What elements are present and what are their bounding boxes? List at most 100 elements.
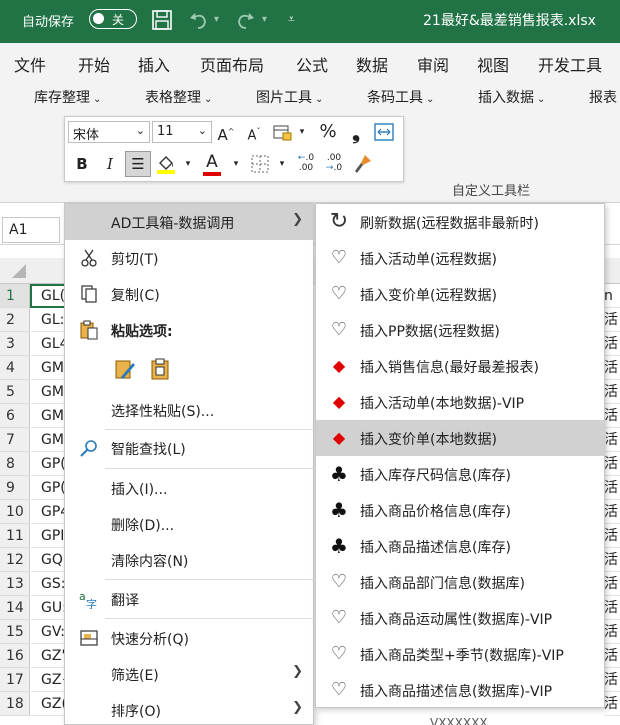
row-header[interactable]: 16 <box>0 644 30 668</box>
cell-right[interactable]: 活 <box>604 668 620 692</box>
cell-right[interactable]: 活 <box>604 404 620 428</box>
submenu-item[interactable]: ♡ 插入商品运动属性(数据库)-VIP <box>316 600 606 636</box>
tab-developer[interactable]: 开发工具 <box>538 52 602 76</box>
font-name-select[interactable]: 宋体 ⌄ <box>68 121 150 143</box>
cell-right[interactable]: 活 <box>604 476 620 500</box>
tab-review[interactable]: 审阅 <box>417 52 449 76</box>
font-size-select[interactable]: 11 ⌄ <box>152 121 212 143</box>
redo-dropdown-icon[interactable]: ▾ <box>262 14 284 36</box>
cell-right[interactable]: 活 <box>604 644 620 668</box>
row-header[interactable]: 9 <box>0 476 30 500</box>
menu-item-translate[interactable]: a字 翻译 <box>65 581 315 617</box>
submenu-item[interactable]: ◆ 插入销售信息(最好最差报表) <box>316 348 606 384</box>
increase-decimal-icon[interactable]: ←.0.00 <box>295 153 317 175</box>
menu-item-ad-toolbox[interactable]: AD工具箱-数据调用 ❯ <box>65 204 315 240</box>
redo-icon[interactable] <box>234 9 256 31</box>
submenu-item[interactable]: ♣ 插入商品描述信息(库存) <box>316 528 606 564</box>
row-header[interactable]: 6 <box>0 404 30 428</box>
submenu-item[interactable]: ◆ 插入活动单(本地数据)-VIP <box>316 384 606 420</box>
group-inventory[interactable]: 库存整理 ⌄ <box>34 87 101 107</box>
submenu-item[interactable]: ♡ 插入变价单(远程数据) <box>316 276 606 312</box>
row-header[interactable]: 5 <box>0 380 30 404</box>
submenu-item[interactable]: ◆ 插入变价单(本地数据) <box>316 420 606 456</box>
cell-right[interactable]: 活 <box>604 596 620 620</box>
menu-item-smart-lookup[interactable]: 智能查找(L) <box>65 430 315 466</box>
font-color-icon[interactable]: A <box>201 151 223 176</box>
italic-icon[interactable]: I <box>99 153 121 175</box>
group-barcode[interactable]: 条码工具 ⌄ <box>367 87 434 107</box>
cell-right[interactable]: 活 <box>604 548 620 572</box>
paste-values-icon[interactable] <box>149 357 173 381</box>
row-header[interactable]: 1 <box>0 284 30 308</box>
menu-item-paste-special[interactable]: 选择性粘贴(S)... <box>65 392 315 428</box>
row-header[interactable]: 18 <box>0 692 30 716</box>
format-painter-icon[interactable] <box>351 153 373 175</box>
row-header[interactable]: 7 <box>0 428 30 452</box>
chevron-down-icon[interactable]: ▾ <box>291 121 313 143</box>
menu-item-copy[interactable]: 复制(C) <box>65 276 315 312</box>
menu-item-delete[interactable]: 删除(D)... <box>65 506 315 542</box>
autosave-toggle[interactable]: 关 <box>89 9 137 29</box>
customize-toolbar-icon[interactable]: ⩡ <box>288 12 310 34</box>
fill-color-icon[interactable] <box>155 153 177 175</box>
tab-formulas[interactable]: 公式 <box>296 52 328 76</box>
number-format-icon[interactable] <box>271 121 293 143</box>
tab-data[interactable]: 数据 <box>356 52 388 76</box>
name-box[interactable]: A1 <box>2 217 60 243</box>
row-header[interactable]: 8 <box>0 452 30 476</box>
cell-right[interactable]: n <box>604 284 620 308</box>
group-table[interactable]: 表格整理 ⌄ <box>145 87 212 107</box>
select-all-icon[interactable] <box>12 264 26 278</box>
row-header[interactable]: 3 <box>0 332 30 356</box>
row-header[interactable]: 4 <box>0 356 30 380</box>
submenu-item[interactable]: ♡ 插入活动单(远程数据) <box>316 240 606 276</box>
submenu-item[interactable]: ♡ 插入商品描述信息(数据库)-VIP <box>316 672 606 708</box>
row-header[interactable]: 17 <box>0 668 30 692</box>
tab-insert[interactable]: 插入 <box>138 52 170 76</box>
row-header[interactable]: 13 <box>0 572 30 596</box>
bold-icon[interactable]: B <box>71 153 93 175</box>
chevron-down-icon[interactable]: ▾ <box>177 153 199 175</box>
submenu-item[interactable]: ♣ 插入商品价格信息(库存) <box>316 492 606 528</box>
borders-icon[interactable] <box>249 153 271 175</box>
cell-right[interactable]: 活 <box>604 308 620 332</box>
row-header[interactable]: 11 <box>0 524 30 548</box>
group-insert-data[interactable]: 插入数据 ⌄ <box>478 87 545 107</box>
group-report[interactable]: 报表 <box>589 87 617 107</box>
row-header[interactable]: 14 <box>0 596 30 620</box>
menu-item-insert[interactable]: 插入(I)... <box>65 470 315 506</box>
comma-style-icon[interactable]: ❟ <box>345 121 367 143</box>
menu-item-cut[interactable]: 剪切(T) <box>65 240 315 276</box>
cell-right[interactable]: 活 <box>604 428 620 452</box>
cell-right[interactable]: 活 <box>604 380 620 404</box>
undo-icon[interactable] <box>188 9 210 31</box>
menu-item-filter[interactable]: 筛选(E) ❯ <box>65 656 315 692</box>
submenu-item[interactable]: ♡ 插入商品类型+季节(数据库)-VIP <box>316 636 606 672</box>
cell-right[interactable]: 活 <box>604 524 620 548</box>
tab-view[interactable]: 视图 <box>477 52 509 76</box>
cell-right[interactable]: 活 <box>604 692 620 716</box>
row-header[interactable]: 15 <box>0 620 30 644</box>
group-image[interactable]: 图片工具 ⌄ <box>256 87 323 107</box>
tab-file[interactable]: 文件 <box>14 52 46 76</box>
cell-right[interactable]: 活 <box>604 500 620 524</box>
chevron-down-icon[interactable]: ▾ <box>271 153 293 175</box>
paste-special-icon[interactable] <box>113 357 137 381</box>
menu-item-clear-contents[interactable]: 清除内容(N) <box>65 542 315 578</box>
row-header[interactable]: 12 <box>0 548 30 572</box>
submenu-item[interactable]: ↻ 刷新数据(远程数据非最新时) <box>316 204 606 240</box>
submenu-item[interactable]: ♡ 插入PP数据(远程数据) <box>316 312 606 348</box>
increase-font-icon[interactable]: A^ <box>215 121 237 144</box>
cell-right[interactable]: 活 <box>604 620 620 644</box>
submenu-item[interactable]: ♡ 插入商品部门信息(数据库) <box>316 564 606 600</box>
wrap-text-icon[interactable] <box>373 121 395 143</box>
row-header[interactable]: 2 <box>0 308 30 332</box>
tab-home[interactable]: 开始 <box>78 52 110 76</box>
row-header[interactable]: 10 <box>0 500 30 524</box>
cell-right[interactable]: 活 <box>604 332 620 356</box>
decrease-decimal-icon[interactable]: .00 →.0 <box>323 153 345 175</box>
cell-right[interactable]: 活 <box>604 356 620 380</box>
cell-right[interactable]: 活 <box>604 452 620 476</box>
percent-icon[interactable]: % <box>317 121 339 143</box>
chevron-down-icon[interactable]: ▾ <box>225 153 247 175</box>
